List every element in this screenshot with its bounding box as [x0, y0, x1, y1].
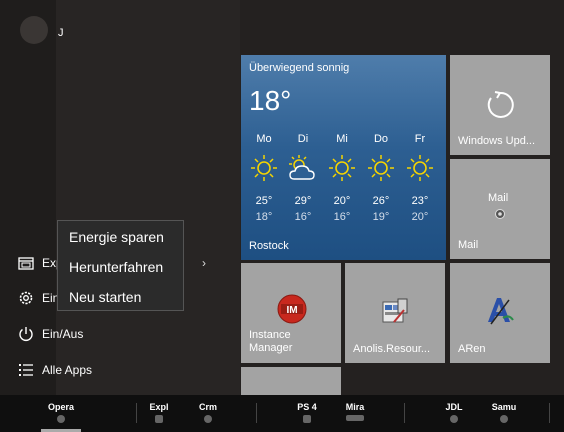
user-name: J: [58, 27, 64, 39]
sleep-option[interactable]: Energie sparen: [69, 229, 164, 245]
taskbar-separator: [549, 403, 550, 423]
taskbar-label: Crm: [198, 402, 217, 412]
forecast-day: Fr: [414, 133, 426, 145]
instance-manager-logo-icon: IM: [277, 294, 307, 324]
sun-icon: [407, 155, 433, 181]
taskbar-separator: [256, 403, 257, 423]
forecast-high: 23°: [411, 195, 429, 207]
forecast-high: 25°: [255, 195, 273, 207]
taskbar-item-mira[interactable]: Mira: [338, 395, 372, 432]
windows-update-label: Windows Upd...: [458, 135, 536, 147]
taskbar-label: PS 4: [297, 402, 317, 412]
anolis-resourcer-label: Anolis.Resour...: [353, 343, 431, 355]
forecast-day: Di: [297, 133, 309, 145]
weather-tile[interactable]: Überwiegend sonnig 18° Mo Di Mi Do Fr 25…: [241, 55, 446, 260]
folder-icon: [18, 257, 34, 270]
all-apps-item[interactable]: Alle Apps: [0, 355, 230, 385]
sun-icon: [329, 155, 355, 181]
taskbar-item-opera[interactable]: Opera: [41, 395, 81, 432]
forecast-day: Mo: [256, 133, 272, 145]
sun-cloud-icon: [289, 155, 315, 180]
taskbar-label: Expl: [149, 402, 169, 412]
weather-temperature: 18°: [249, 85, 292, 116]
windows-update-tile[interactable]: Windows Upd...: [450, 55, 550, 155]
weather-city: Rostock: [249, 240, 289, 252]
chevron-right-icon: ›: [202, 256, 206, 270]
taskbar-label: Samu: [491, 402, 517, 412]
forecast-low: 19°: [372, 211, 390, 223]
restart-option[interactable]: Neu starten: [69, 289, 141, 305]
avatar: [20, 16, 48, 44]
instance-manager-label: Instance Manager: [249, 329, 293, 354]
taskbar-item-expl[interactable]: Expl: [142, 395, 176, 432]
power-item[interactable]: Ein/Aus: [0, 319, 230, 349]
mail-tile[interactable]: Mail Mail: [450, 159, 550, 259]
taskbar-label: JDL: [445, 402, 463, 412]
weather-condition: Überwiegend sonnig: [249, 62, 350, 74]
forecast-high: 26°: [372, 195, 390, 207]
aren-tile[interactable]: ARen: [450, 263, 550, 363]
aren-app-icon: [488, 298, 514, 325]
mira-icon: [346, 415, 364, 421]
forecast-low: 16°: [294, 211, 312, 223]
forecast-low: 16°: [333, 211, 351, 223]
forecast-low: 18°: [255, 211, 273, 223]
resource-editor-icon: [382, 298, 408, 323]
mail-app-icon: [495, 209, 505, 219]
taskbar-item-samu[interactable]: Samu: [486, 395, 522, 432]
list-icon: [19, 364, 33, 376]
photoshop-icon: [303, 415, 311, 423]
taskbar-item-ps4[interactable]: PS 4: [290, 395, 324, 432]
shutdown-option[interactable]: Herunterfahren: [69, 259, 163, 275]
mail-label: Mail: [458, 239, 479, 251]
instance-manager-tile[interactable]: IM Instance Manager: [241, 263, 341, 363]
forecast-high: 29°: [294, 195, 312, 207]
power-label: Ein/Aus: [42, 327, 84, 341]
jdl-icon: [450, 415, 458, 423]
instance-manager-logo-text: IM: [286, 305, 297, 316]
power-icon: [19, 327, 33, 341]
taskbar-item-jdl[interactable]: JDL: [438, 395, 470, 432]
taskbar: Opera Expl Crm PS 4 Mira JDL Samu: [0, 395, 564, 432]
start-menu: J Expl › Ein Ein/Aus Alle Apps Energie s…: [0, 0, 564, 395]
anolis-resourcer-tile[interactable]: Anolis.Resour...: [345, 263, 445, 363]
forecast-high: 20°: [333, 195, 351, 207]
partial-tile[interactable]: [241, 367, 341, 395]
power-menu: Energie sparen Herunterfahren Neu starte…: [57, 220, 184, 311]
taskbar-separator: [136, 403, 137, 423]
forecast-day: Do: [373, 133, 389, 145]
opera-icon: [57, 415, 65, 423]
all-apps-label: Alle Apps: [42, 363, 93, 377]
mail-center-label: Mail: [488, 192, 509, 204]
taskbar-label: Opera: [47, 402, 74, 412]
explorer-icon: [155, 415, 163, 423]
aren-label: ARen: [458, 343, 486, 355]
sun-icon: [251, 155, 277, 181]
samu-icon: [500, 415, 508, 423]
user-account[interactable]: J: [0, 14, 230, 54]
crm-icon: [204, 415, 212, 423]
refresh-icon: [487, 91, 514, 118]
forecast-day: Mi: [336, 133, 348, 145]
taskbar-separator: [404, 403, 405, 423]
gear-icon: [19, 291, 33, 305]
taskbar-label: Mira: [345, 402, 365, 412]
sun-icon: [368, 155, 394, 181]
forecast-low: 20°: [411, 211, 429, 223]
taskbar-item-crm[interactable]: Crm: [192, 395, 224, 432]
